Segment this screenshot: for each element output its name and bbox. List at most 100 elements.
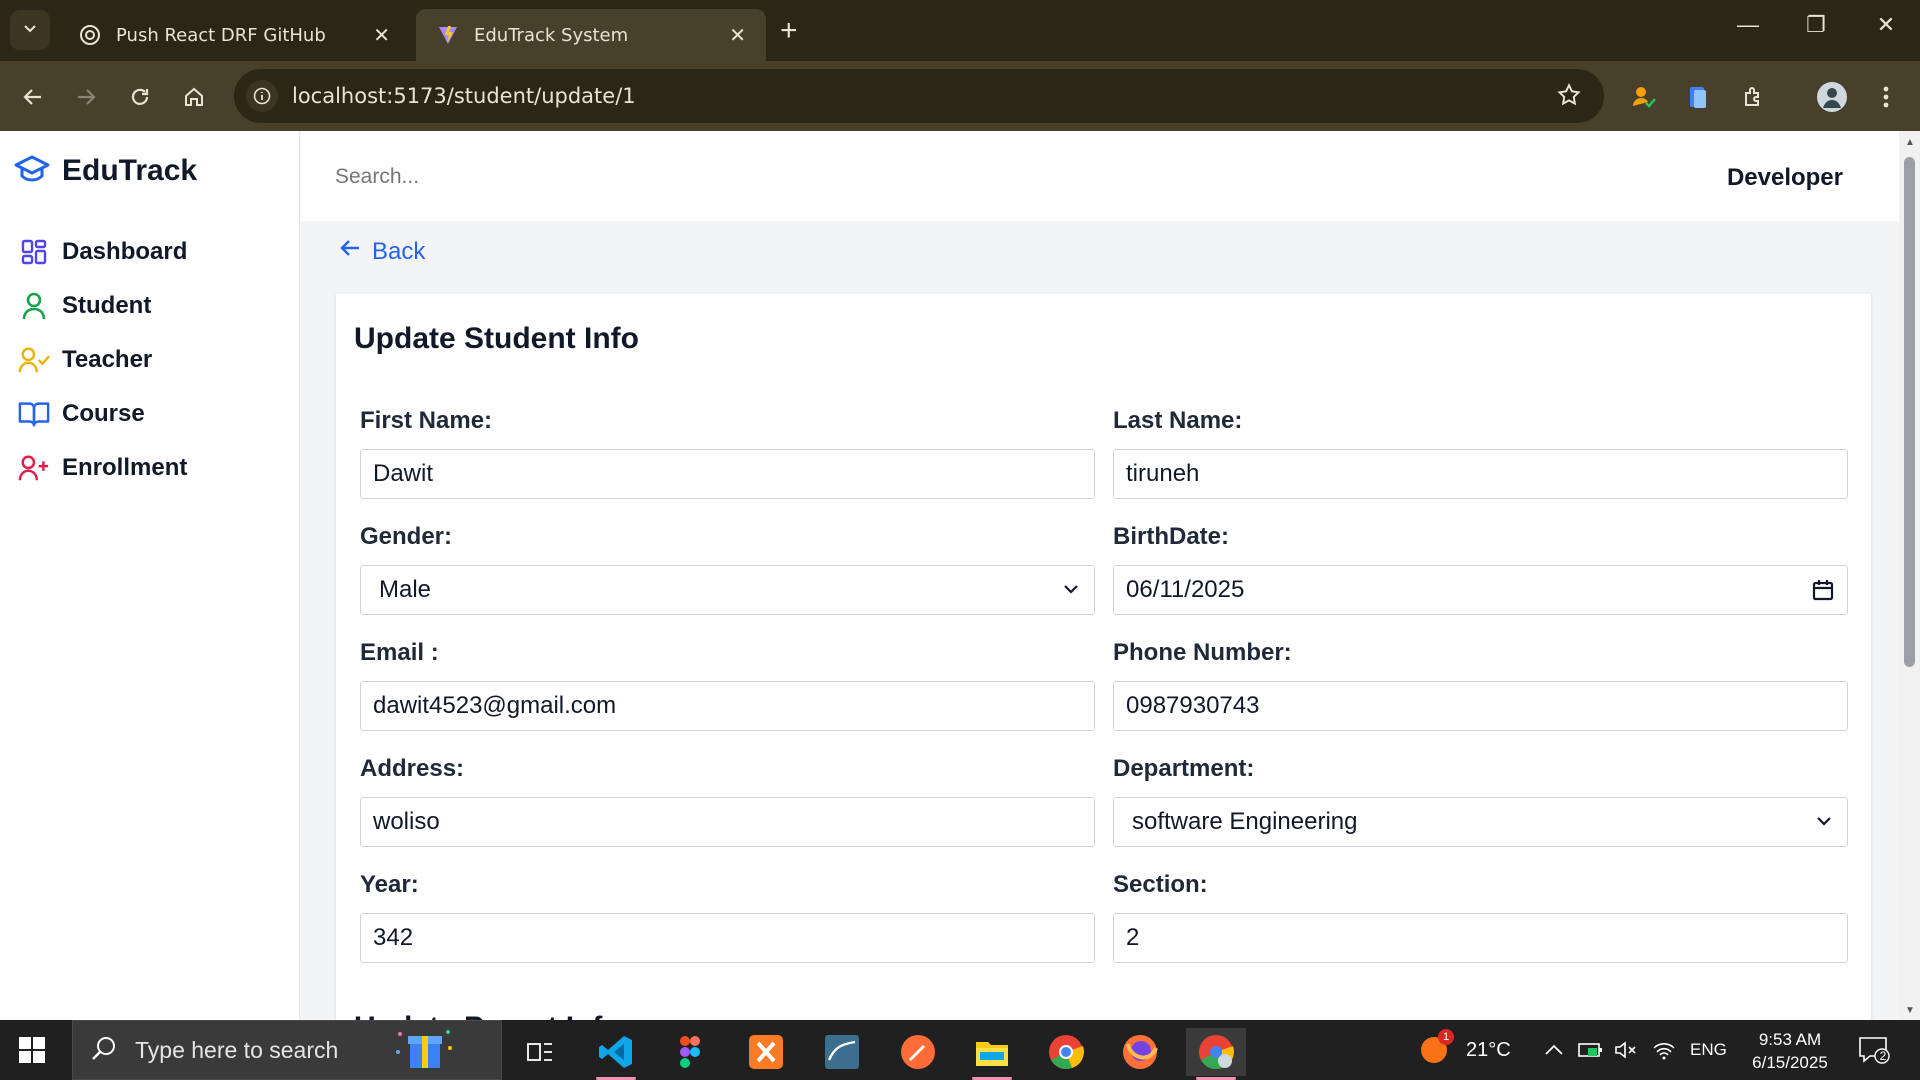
site-info-icon[interactable] [246,80,278,112]
section-field[interactable]: 2 [1113,913,1848,963]
user-plus-icon [18,452,50,484]
form-title: Update Student Info [354,322,639,355]
taskbar-search-box[interactable]: Type here to search [72,1020,502,1080]
address-bar[interactable]: localhost:5173/student/update/1 [234,69,1604,123]
taskbar-search-placeholder: Type here to search [135,1036,339,1063]
battery-icon[interactable] [1578,1020,1604,1080]
task-view-icon[interactable] [510,1028,570,1076]
sidebar-item-label: Teacher [62,346,153,373]
graduation-cap-icon [14,153,50,188]
reload-icon[interactable] [122,79,158,115]
chevron-up-icon[interactable] [1544,1020,1564,1080]
department-select[interactable]: software Engineering [1113,797,1848,847]
profile-avatar-icon[interactable] [1814,79,1850,115]
address-label: Address: [360,755,465,782]
section-label: Section: [1113,871,1208,898]
arrow-left-icon [338,236,362,267]
tab-title: Push React DRF GitHub [116,24,326,46]
windows-start-icon[interactable] [18,1036,46,1069]
sun-icon: 1 [1418,1029,1454,1067]
gift-icon [392,1024,456,1077]
clock-date: 6/15/2025 [1752,1053,1828,1072]
year-field[interactable]: 342 [360,913,1095,963]
file-explorer-icon[interactable] [962,1028,1022,1080]
grid-icon [18,236,50,268]
last-name-label: Last Name: [1113,407,1243,434]
page-scrollbar[interactable]: ▲ ▼ [1899,131,1920,1020]
sidebar-item-student[interactable]: Student [18,290,151,322]
minimize-icon[interactable]: — [1728,12,1768,38]
clipboard-extension-icon[interactable] [1680,79,1716,115]
system-clock[interactable]: 9:53 AM 6/15/2025 [1730,1028,1850,1074]
vite-icon [436,23,460,47]
close-window-icon[interactable]: ✕ [1866,12,1906,38]
book-open-icon [18,398,50,430]
browser-tab-bar: Push React DRF GitHub ✕ EduTrack System … [0,0,1920,61]
update-student-form: Update Student Info First Name: Dawit La… [336,294,1871,1044]
extensions-puzzle-icon[interactable] [1736,79,1772,115]
address-field[interactable]: woliso [360,797,1095,847]
firefox-icon[interactable] [1110,1028,1170,1076]
first-name-field[interactable]: Dawit [360,449,1095,499]
tab-push-react[interactable]: Push React DRF GitHub ✕ [58,9,410,61]
sidebar-item-label: Dashboard [62,238,188,265]
calendar-icon[interactable] [1811,578,1835,609]
user-check-icon [18,344,50,376]
postman-icon[interactable] [888,1028,948,1076]
figma-icon[interactable] [660,1028,720,1076]
xampp-icon[interactable] [736,1028,796,1076]
sidebar-item-label: Student [62,292,152,319]
back-label: Back [372,237,426,265]
year-label: Year: [360,871,419,898]
phone-label: Phone Number: [1113,639,1292,666]
back-arrow-icon[interactable] [15,79,51,115]
chevron-down-icon [22,20,38,41]
tab-search-button[interactable] [10,10,50,50]
profile-check-extension-icon[interactable] [1626,79,1662,115]
sidebar-item-label: Enrollment [62,454,188,481]
close-icon[interactable]: ✕ [729,23,746,47]
user-name[interactable]: Developer [1727,164,1843,192]
brand-logo[interactable]: EduTrack [14,153,197,188]
back-link[interactable]: Back [338,236,425,267]
email-field[interactable]: dawit4523@gmail.com [360,681,1095,731]
restore-icon[interactable]: ❐ [1796,12,1836,38]
tab-edutrack[interactable]: EduTrack System ✕ [416,9,766,61]
sidebar-item-course[interactable]: Course [18,398,145,430]
bookmark-star-icon[interactable] [1556,82,1582,113]
windows-taskbar: Type here to search 1 21°C ENG 9:53 AM 6… [0,1020,1920,1080]
phone-field[interactable]: 0987930743 [1113,681,1848,731]
chevron-down-icon [1060,578,1082,607]
wifi-icon[interactable] [1652,1020,1676,1080]
search-input[interactable] [335,165,935,189]
home-icon[interactable] [176,79,212,115]
new-tab-icon[interactable]: + [780,14,798,48]
language-indicator[interactable]: ENG [1690,1020,1727,1080]
close-icon[interactable]: ✕ [373,23,390,47]
chrome-icon[interactable] [1036,1028,1096,1076]
sidebar-item-dashboard[interactable]: Dashboard [18,236,187,268]
weather-widget[interactable]: 1 21°C [1418,1020,1511,1080]
scroll-thumb[interactable] [1904,157,1915,667]
chrome-profile-icon[interactable] [1186,1028,1246,1080]
volume-muted-icon[interactable] [1614,1020,1638,1080]
birthdate-field[interactable]: 06/11/2025 [1113,565,1848,615]
birthdate-value: 06/11/2025 [1126,576,1245,603]
notifications-icon[interactable]: 2 [1858,1036,1890,1069]
last-name-field[interactable]: tiruneh [1113,449,1848,499]
forward-arrow-icon[interactable] [68,79,104,115]
gender-label: Gender: [360,523,453,550]
notifications-count: 2 [1879,1049,1887,1063]
menu-dots-icon[interactable] [1868,79,1904,115]
scroll-down-arrow-icon[interactable]: ▼ [1905,1005,1915,1016]
user-icon [18,290,50,322]
email-label: Email : [360,639,439,666]
scroll-up-arrow-icon[interactable]: ▲ [1905,137,1915,148]
sidebar-item-enrollment[interactable]: Enrollment [18,452,187,484]
vscode-icon[interactable] [586,1028,646,1080]
mysql-workbench-icon[interactable] [812,1028,872,1076]
gender-select[interactable]: Male [360,565,1095,615]
weather-badge: 1 [1438,1029,1454,1045]
sidebar-item-teacher[interactable]: Teacher [18,344,152,376]
browser-toolbar: localhost:5173/student/update/1 [0,61,1920,131]
